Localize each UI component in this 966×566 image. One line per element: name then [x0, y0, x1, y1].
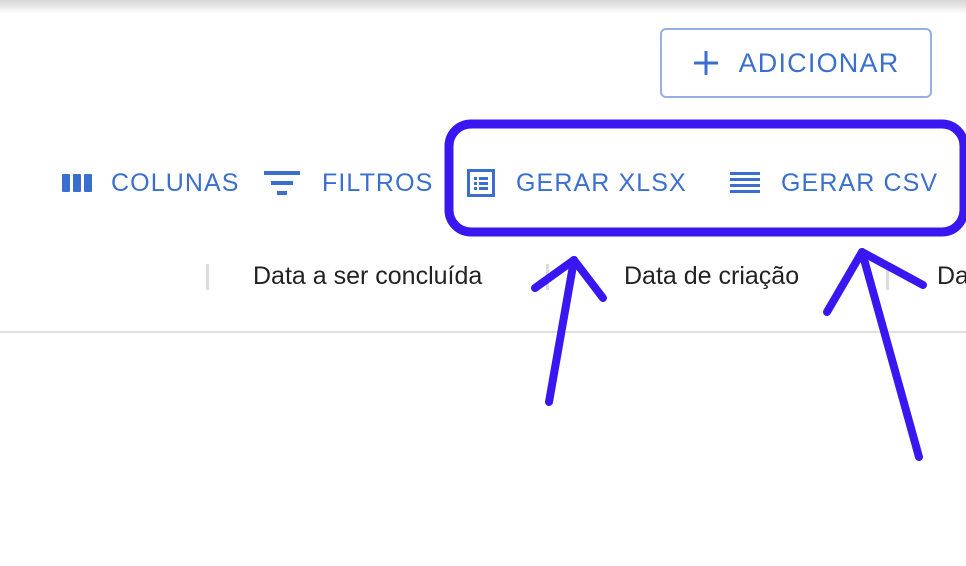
- lines-icon: [730, 171, 760, 195]
- add-button[interactable]: ADICIONAR: [660, 28, 932, 98]
- export-xlsx-button[interactable]: GERAR XLSX: [467, 160, 687, 206]
- filters-button[interactable]: FILTROS: [264, 160, 433, 206]
- plus-icon: [693, 50, 719, 76]
- columns-label: COLUNAS: [111, 168, 240, 197]
- column-separator[interactable]: [206, 264, 209, 290]
- export-xlsx-label: GERAR XLSX: [516, 168, 687, 197]
- column-header-due-date[interactable]: Data a ser concluída: [253, 262, 482, 291]
- table-header-divider: [0, 331, 966, 333]
- export-csv-label: GERAR CSV: [781, 168, 939, 197]
- column-header-created-date[interactable]: Data de criação: [624, 262, 799, 291]
- columns-button[interactable]: COLUNAS: [62, 160, 240, 206]
- column-header-truncated[interactable]: Da: [937, 262, 966, 291]
- app-bar-shadow: [0, 0, 966, 14]
- filter-list-icon: [264, 170, 300, 196]
- list-alt-icon: [467, 169, 495, 197]
- column-separator[interactable]: [546, 264, 549, 290]
- arrow-annotation-csv: [823, 248, 927, 461]
- export-csv-button[interactable]: GERAR CSV: [730, 160, 938, 206]
- view-column-icon: [62, 172, 92, 194]
- filters-label: FILTROS: [322, 168, 434, 197]
- column-separator[interactable]: [886, 264, 889, 290]
- add-button-label: ADICIONAR: [738, 47, 900, 78]
